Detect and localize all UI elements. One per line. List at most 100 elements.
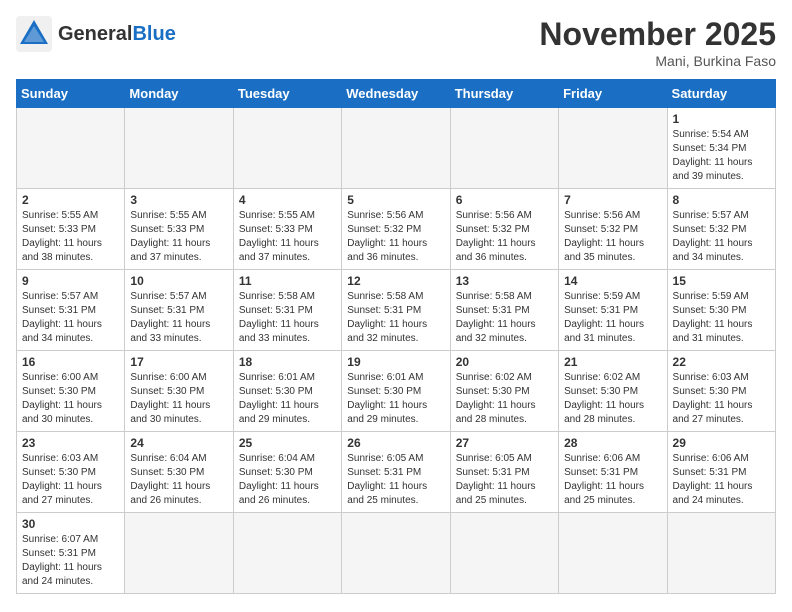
day-number: 29 — [673, 436, 770, 450]
logo-blue: Blue — [132, 23, 175, 45]
calendar-day-cell — [450, 108, 558, 189]
day-number: 21 — [564, 355, 661, 369]
logo-general: General — [58, 23, 132, 45]
calendar-day-cell: 26Sunrise: 6:05 AMSunset: 5:31 PMDayligh… — [342, 432, 450, 513]
calendar-day-cell: 23 Sunrise: 6:03 AMSunset: 5:30 PMDayligh… — [17, 432, 125, 513]
calendar-day-cell: 18 Sunrise: 6:01 AMSunset: 5:30 PMDayligh… — [233, 351, 341, 432]
day-info: Sunrise: 6:04 AMSunset: 5:30 PMDaylight:… — [239, 452, 336, 508]
day-number: 30 — [22, 517, 119, 531]
day-info: Sunrise: 5:58 AMSunset: 5:31 PMDaylight:… — [456, 290, 553, 346]
calendar-day-cell: 5Sunrise: 5:56 AMSunset: 5:32 PMDaylight… — [342, 189, 450, 270]
calendar-day-cell — [342, 108, 450, 189]
day-info: Sunrise: 5:57 AMSunset: 5:31 PMDaylight:… — [22, 290, 119, 346]
day-number: 2 — [22, 193, 119, 207]
day-number: 23 — [22, 436, 119, 450]
day-info: Sunrise: 6:00 AMSunset: 5:30 PMDaylight:… — [22, 371, 119, 427]
calendar-day-cell: 16 Sunrise: 6:00 AMSunset: 5:30 PMDayligh… — [17, 351, 125, 432]
calendar-day-cell: 17 Sunrise: 6:00 AMSunset: 5:30 PMDayligh… — [125, 351, 233, 432]
day-info: Sunrise: 5:58 AMSunset: 5:31 PMDaylight:… — [239, 290, 336, 346]
day-info: Sunrise: 6:01 AMSunset: 5:30 PMDaylight:… — [239, 371, 336, 427]
day-number: 16 — [22, 355, 119, 369]
day-info: Sunrise: 5:59 AMSunset: 5:31 PMDaylight:… — [564, 290, 661, 346]
calendar-day-cell — [342, 513, 450, 594]
calendar-day-cell: 11 Sunrise: 5:58 AMSunset: 5:31 PMDayligh… — [233, 270, 341, 351]
calendar-day-cell: 10 Sunrise: 5:57 AMSunset: 5:31 PMDayligh… — [125, 270, 233, 351]
calendar-day-cell — [559, 108, 667, 189]
day-of-week-header: Sunday — [17, 80, 125, 108]
calendar-day-cell: 29 Sunrise: 6:06 AMSunset: 5:31 PMDayligh… — [667, 432, 775, 513]
day-info: Sunrise: 6:02 AMSunset: 5:30 PMDaylight:… — [564, 371, 661, 427]
calendar-week-row: 1 Sunrise: 5:54 AMSunset: 5:34 PMDaylight… — [17, 108, 776, 189]
day-number: 1 — [673, 112, 770, 126]
day-info: Sunrise: 5:56 AMSunset: 5:32 PMDaylight:… — [456, 209, 553, 265]
day-number: 7 — [564, 193, 661, 207]
calendar-day-cell: 30 Sunrise: 6:07 AMSunset: 5:31 PMDayligh… — [17, 513, 125, 594]
day-number: 17 — [130, 355, 227, 369]
day-info: Sunrise: 6:01 AMSunset: 5:30 PMDaylight:… — [347, 371, 444, 427]
day-info: Sunrise: 6:02 AMSunset: 5:30 PMDaylight:… — [456, 371, 553, 427]
calendar-day-cell: 14Sunrise: 5:59 AMSunset: 5:31 PMDayligh… — [559, 270, 667, 351]
calendar-day-cell: 8Sunrise: 5:57 AMSunset: 5:32 PMDaylight… — [667, 189, 775, 270]
calendar-week-row: 30 Sunrise: 6:07 AMSunset: 5:31 PMDayligh… — [17, 513, 776, 594]
calendar-day-cell: 28 Sunrise: 6:06 AMSunset: 5:31 PMDayligh… — [559, 432, 667, 513]
calendar-day-cell — [450, 513, 558, 594]
location: Mani, Burkina Faso — [539, 53, 776, 69]
day-number: 25 — [239, 436, 336, 450]
day-number: 6 — [456, 193, 553, 207]
day-number: 4 — [239, 193, 336, 207]
day-info: Sunrise: 5:56 AMSunset: 5:32 PMDaylight:… — [564, 209, 661, 265]
calendar-week-row: 2 Sunrise: 5:55 AMSunset: 5:33 PMDaylight… — [17, 189, 776, 270]
page-header: GeneralBlue November 2025 Mani, Burkina … — [16, 16, 776, 69]
calendar-day-cell — [125, 108, 233, 189]
day-info: Sunrise: 6:06 AMSunset: 5:31 PMDaylight:… — [564, 452, 661, 508]
day-number: 11 — [239, 274, 336, 288]
day-number: 22 — [673, 355, 770, 369]
day-number: 10 — [130, 274, 227, 288]
day-number: 18 — [239, 355, 336, 369]
day-number: 26 — [347, 436, 444, 450]
calendar-day-cell: 2 Sunrise: 5:55 AMSunset: 5:33 PMDaylight… — [17, 189, 125, 270]
day-info: Sunrise: 5:54 AMSunset: 5:34 PMDaylight:… — [673, 128, 770, 184]
month-title: November 2025 — [539, 16, 776, 53]
calendar-day-cell: 6 Sunrise: 5:56 AMSunset: 5:32 PMDaylight… — [450, 189, 558, 270]
calendar-day-cell: 24Sunrise: 6:04 AMSunset: 5:30 PMDayligh… — [125, 432, 233, 513]
day-number: 24 — [130, 436, 227, 450]
calendar-day-cell: 15Sunrise: 5:59 AMSunset: 5:30 PMDayligh… — [667, 270, 775, 351]
calendar-week-row: 23 Sunrise: 6:03 AMSunset: 5:30 PMDayligh… — [17, 432, 776, 513]
day-info: Sunrise: 6:07 AMSunset: 5:31 PMDaylight:… — [22, 533, 119, 589]
day-info: Sunrise: 6:05 AMSunset: 5:31 PMDaylight:… — [456, 452, 553, 508]
calendar-day-cell — [125, 513, 233, 594]
day-info: Sunrise: 6:00 AMSunset: 5:30 PMDaylight:… — [130, 371, 227, 427]
calendar-day-cell: 22 Sunrise: 6:03 AMSunset: 5:30 PMDayligh… — [667, 351, 775, 432]
day-number: 12 — [347, 274, 444, 288]
calendar-day-cell: 7 Sunrise: 5:56 AMSunset: 5:32 PMDaylight… — [559, 189, 667, 270]
day-number: 13 — [456, 274, 553, 288]
day-number: 28 — [564, 436, 661, 450]
calendar-day-cell — [667, 513, 775, 594]
day-of-week-header: Saturday — [667, 80, 775, 108]
calendar-day-cell: 13 Sunrise: 5:58 AMSunset: 5:31 PMDayligh… — [450, 270, 558, 351]
calendar-day-cell: 20 Sunrise: 6:02 AMSunset: 5:30 PMDayligh… — [450, 351, 558, 432]
day-info: Sunrise: 5:57 AMSunset: 5:32 PMDaylight:… — [673, 209, 770, 265]
calendar-day-cell: 25 Sunrise: 6:04 AMSunset: 5:30 PMDayligh… — [233, 432, 341, 513]
calendar-day-cell — [233, 513, 341, 594]
day-number: 19 — [347, 355, 444, 369]
day-info: Sunrise: 5:57 AMSunset: 5:31 PMDaylight:… — [130, 290, 227, 346]
day-info: Sunrise: 6:03 AMSunset: 5:30 PMDaylight:… — [22, 452, 119, 508]
day-info: Sunrise: 6:03 AMSunset: 5:30 PMDaylight:… — [673, 371, 770, 427]
calendar-header-row: SundayMondayTuesdayWednesdayThursdayFrid… — [17, 80, 776, 108]
calendar-day-cell: 3 Sunrise: 5:55 AMSunset: 5:33 PMDaylight… — [125, 189, 233, 270]
calendar-day-cell: 19 Sunrise: 6:01 AMSunset: 5:30 PMDayligh… — [342, 351, 450, 432]
day-number: 3 — [130, 193, 227, 207]
logo-icon — [16, 16, 52, 52]
day-of-week-header: Thursday — [450, 80, 558, 108]
title-block: November 2025 Mani, Burkina Faso — [539, 16, 776, 69]
day-info: Sunrise: 6:06 AMSunset: 5:31 PMDaylight:… — [673, 452, 770, 508]
logo: GeneralBlue — [16, 16, 176, 52]
day-info: Sunrise: 5:55 AMSunset: 5:33 PMDaylight:… — [239, 209, 336, 265]
calendar-day-cell: 9Sunrise: 5:57 AMSunset: 5:31 PMDaylight… — [17, 270, 125, 351]
day-info: Sunrise: 5:55 AMSunset: 5:33 PMDaylight:… — [130, 209, 227, 265]
calendar-week-row: 9Sunrise: 5:57 AMSunset: 5:31 PMDaylight… — [17, 270, 776, 351]
day-info: Sunrise: 5:55 AMSunset: 5:33 PMDaylight:… — [22, 209, 119, 265]
day-number: 20 — [456, 355, 553, 369]
